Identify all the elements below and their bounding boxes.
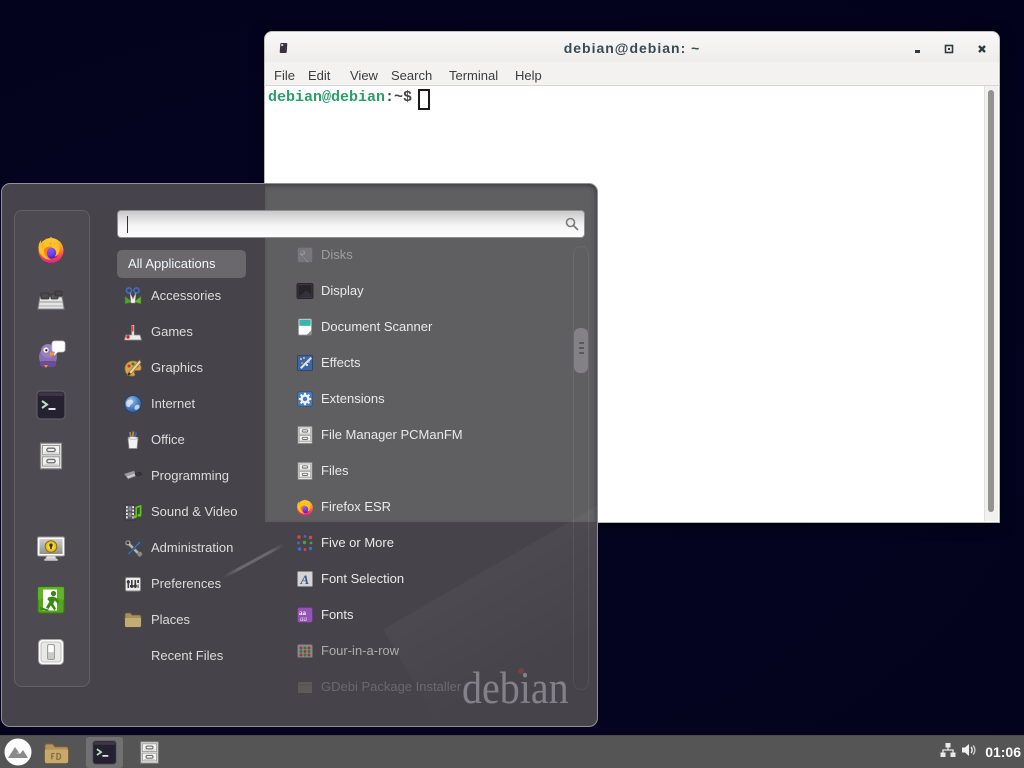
svg-text:A: A [300, 572, 310, 587]
svg-text:aa: aa [300, 615, 308, 623]
